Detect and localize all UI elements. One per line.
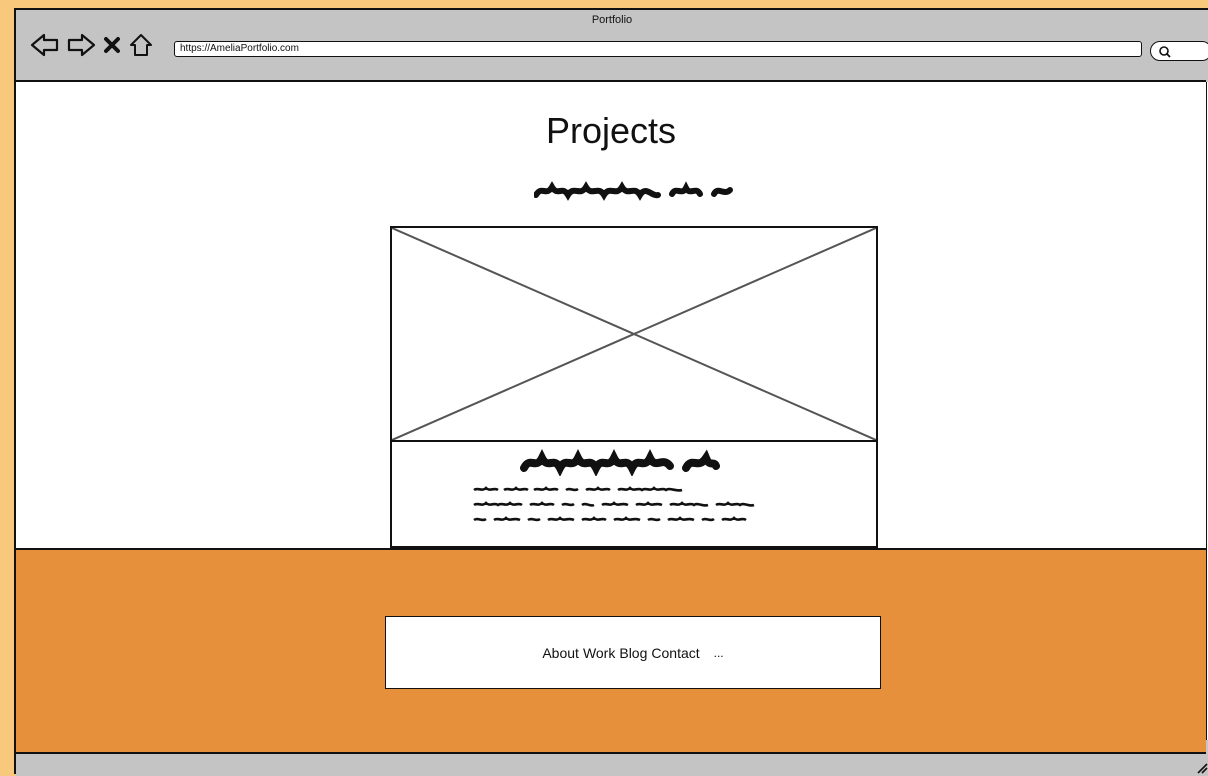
window-title: Portfolio — [591, 14, 633, 26]
home-icon[interactable] — [128, 32, 154, 58]
browser-window: Portfolio https://AmeliaPortfolio.com Pr… — [14, 8, 1208, 776]
nav-work-link[interactable]: Work — [583, 645, 615, 661]
subtitle-placeholder — [534, 181, 733, 201]
back-arrow-icon[interactable] — [30, 33, 60, 57]
close-icon[interactable] — [102, 35, 122, 55]
forward-arrow-icon[interactable] — [66, 33, 96, 57]
nav-contact-link[interactable]: Contact — [651, 645, 699, 661]
browser-nav — [30, 30, 154, 60]
search-icon — [1159, 46, 1171, 58]
nav-more-link[interactable]: ... — [714, 646, 724, 660]
footer: About Work Blog Contact ... — [16, 548, 1206, 754]
nav-blog-link[interactable]: Blog — [619, 645, 647, 661]
page-content: Projects — [16, 80, 1206, 550]
resize-grip-icon[interactable] — [1196, 762, 1208, 774]
search-button[interactable] — [1150, 41, 1208, 61]
image-placeholder — [392, 228, 876, 442]
url-input[interactable]: https://AmeliaPortfolio.com — [174, 41, 1142, 57]
nav-about-link[interactable]: About — [542, 645, 579, 661]
footer-nav: About Work Blog Contact ... — [385, 616, 881, 689]
project-card[interactable] — [390, 226, 878, 548]
status-bar — [16, 754, 1208, 776]
project-description-placeholder — [473, 486, 755, 522]
page-title: Projects — [545, 110, 677, 151]
project-title-placeholder — [520, 449, 720, 476]
